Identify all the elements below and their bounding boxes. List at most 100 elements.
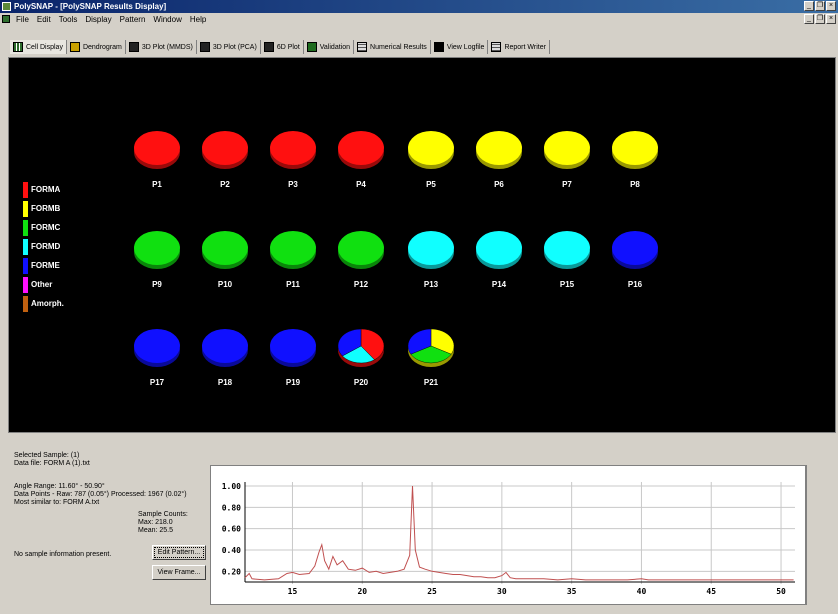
disc-top xyxy=(408,131,454,165)
disc-top xyxy=(202,131,248,165)
mdi-minimize-button[interactable]: _ xyxy=(804,14,814,24)
sample-cell[interactable]: P16 xyxy=(595,220,675,300)
menu-tools[interactable]: Tools xyxy=(55,13,82,26)
menu-edit[interactable]: Edit xyxy=(33,13,55,26)
disc-top xyxy=(544,131,590,165)
cell-display-panel: FORMA FORMB FORMC FORMD FORME Other Amorph. P1 P… xyxy=(8,57,836,433)
mdi-restore-button[interactable]: ❐ xyxy=(815,14,825,24)
sample-disc xyxy=(338,131,384,169)
y-tick-label: 1.00 xyxy=(222,482,241,491)
x-tick-label: 25 xyxy=(427,587,437,596)
tab-numerical-results[interactable]: Numerical Results xyxy=(354,40,431,54)
plot6d-icon xyxy=(263,42,274,52)
menu-file[interactable]: File xyxy=(12,13,33,26)
disc-top xyxy=(270,329,316,363)
view-tabs: Cell Display Dendrogram 3D Plot (MMDS) 3… xyxy=(10,40,550,54)
view-frame-button[interactable]: View Frame... xyxy=(152,565,206,580)
validation-icon xyxy=(306,42,317,52)
y-tick-label: 0.60 xyxy=(222,525,241,534)
disc-top xyxy=(612,131,658,165)
table-icon xyxy=(357,42,368,52)
disc-top xyxy=(202,231,248,265)
tab-cell-display[interactable]: Cell Display xyxy=(10,40,67,54)
sample-info-panel: Selected Sample: (1) Data file: FORM A (… xyxy=(14,445,210,605)
legend-item: FORMB xyxy=(23,199,83,218)
edit-pattern-button[interactable]: Edit Pattern... xyxy=(152,545,206,560)
legend-label: Other xyxy=(31,280,53,289)
disc-top xyxy=(408,231,454,265)
close-button[interactable]: × xyxy=(826,1,836,11)
legend-swatch xyxy=(23,238,28,255)
max-count-text: Max: 218.0 xyxy=(138,519,173,526)
grid-icon xyxy=(13,42,23,52)
tab-validation[interactable]: Validation xyxy=(304,40,355,54)
menu-window[interactable]: Window xyxy=(149,13,185,26)
y-tick-label: 0.80 xyxy=(222,503,241,512)
sample-cell[interactable]: P21 xyxy=(391,318,471,398)
sample-cell[interactable]: P12 xyxy=(321,220,401,300)
sample-counts-label: Sample Counts: xyxy=(138,511,188,518)
data-points-text: Data Points - Raw: 787 (0.05°) Processed… xyxy=(14,491,187,498)
plot-scrollbar[interactable] xyxy=(806,465,816,605)
tab-label: View Logfile xyxy=(446,43,485,51)
x-tick-label: 45 xyxy=(706,587,716,596)
disc-top xyxy=(134,329,180,363)
legend-item: FORMC xyxy=(23,218,83,237)
sample-label: P8 xyxy=(630,180,640,189)
dendrogram-icon xyxy=(69,42,80,52)
disc-top xyxy=(134,231,180,265)
legend-swatch xyxy=(23,181,28,198)
x-tick-label: 30 xyxy=(497,587,507,596)
mdi-close-button[interactable]: × xyxy=(826,14,836,24)
tab-view-logfile[interactable]: View Logfile xyxy=(431,40,489,54)
tab-label: Dendrogram xyxy=(82,43,122,51)
sample-cell[interactable]: P20 xyxy=(321,318,401,398)
report-icon xyxy=(491,42,502,52)
tab-label: Numerical Results xyxy=(370,43,427,51)
legend-item: Amorph. xyxy=(23,294,83,313)
plot3d-icon xyxy=(199,42,210,52)
legend-swatch xyxy=(23,257,28,274)
disc-top xyxy=(476,231,522,265)
sample-disc xyxy=(338,231,384,269)
x-tick-label: 15 xyxy=(288,587,298,596)
x-tick-label: 40 xyxy=(637,587,647,596)
menu-display[interactable]: Display xyxy=(81,13,115,26)
tab-label: 3D Plot (PCA) xyxy=(212,43,257,51)
x-tick-label: 20 xyxy=(357,587,367,596)
disc-top xyxy=(612,231,658,265)
sample-cell[interactable]: P8 xyxy=(595,120,675,200)
disc-top xyxy=(134,131,180,165)
legend-item: FORMD xyxy=(23,237,83,256)
tab-3d-plot-pca[interactable]: 3D Plot (PCA) xyxy=(197,40,261,54)
legend-item: FORMA xyxy=(23,180,83,199)
legend-swatch xyxy=(23,219,28,236)
legend-label: FORMA xyxy=(31,185,61,194)
restore-button[interactable]: ❐ xyxy=(815,1,825,11)
sample-info-text: No sample information present. xyxy=(14,551,112,558)
tab-report-writer[interactable]: Report Writer xyxy=(488,40,550,54)
tab-6d-plot[interactable]: 6D Plot xyxy=(261,40,304,54)
tab-label: Validation xyxy=(319,43,351,51)
sample-label: P4 xyxy=(356,180,366,189)
sample-label: P16 xyxy=(627,280,643,289)
app-icon xyxy=(2,2,11,11)
disc-top xyxy=(338,231,384,265)
most-similar-text: Most similar to: FORM A.txt xyxy=(14,499,100,506)
disc-top xyxy=(202,329,248,363)
sample-disc xyxy=(612,231,658,269)
angle-range-text: Angle Range: 11.60° - 50.90° xyxy=(14,483,105,490)
menu-pattern[interactable]: Pattern xyxy=(116,13,150,26)
tab-dendrogram[interactable]: Dendrogram xyxy=(67,40,126,54)
y-tick-label: 0.40 xyxy=(222,546,241,555)
disc-top xyxy=(270,131,316,165)
logfile-icon xyxy=(433,42,444,52)
tab-3d-plot-mmds[interactable]: 3D Plot (MMDS) xyxy=(126,40,197,54)
menu-help[interactable]: Help xyxy=(186,13,210,26)
legend-swatch xyxy=(23,295,28,312)
document-icon[interactable] xyxy=(2,15,10,23)
legend-swatch xyxy=(23,276,28,293)
sample-cell[interactable]: P4 xyxy=(321,120,401,200)
minimize-button[interactable]: _ xyxy=(804,1,814,11)
legend-item: Other xyxy=(23,275,83,294)
